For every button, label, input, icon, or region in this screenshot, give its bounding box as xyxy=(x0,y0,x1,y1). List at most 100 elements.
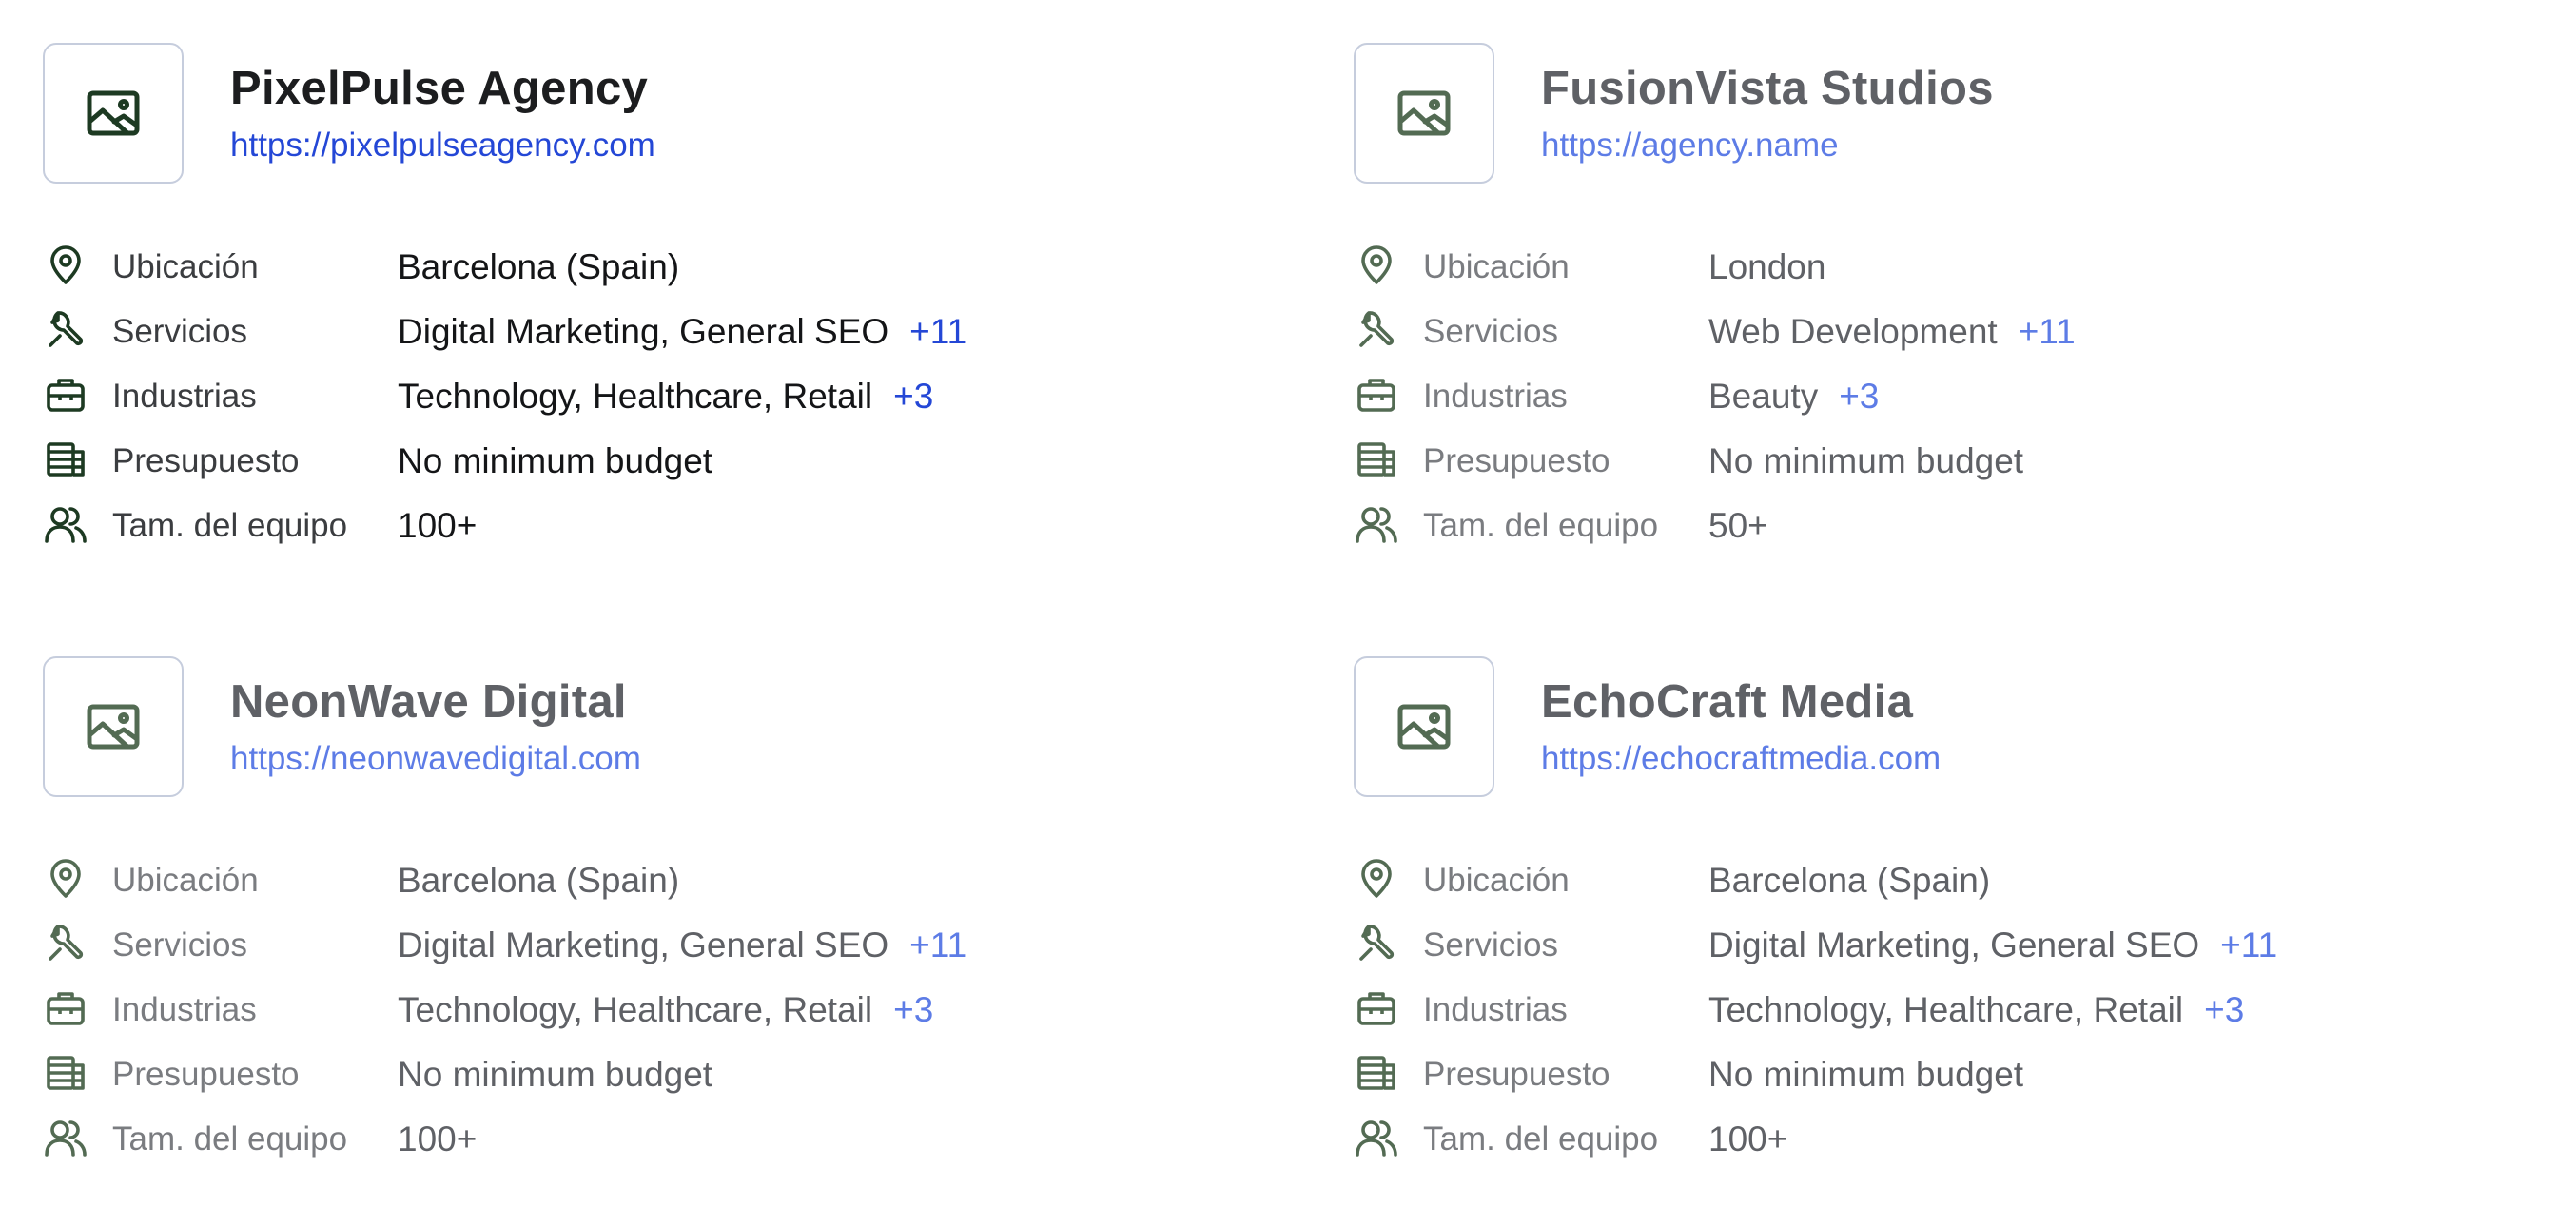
money-stack-icon xyxy=(45,438,87,480)
detail-value: Digital Marketing, General SEO +11 xyxy=(398,925,967,964)
more-count[interactable]: +11 xyxy=(909,312,966,351)
money-stack-icon xyxy=(1356,1052,1397,1094)
wrench-icon xyxy=(1356,923,1397,964)
agency-card[interactable]: PixelPulse Agency https://pixelpulseagen… xyxy=(43,43,1279,614)
detail-row-industries: Industrias Technology, Healthcare, Retai… xyxy=(43,976,1279,1041)
agency-name[interactable]: PixelPulse Agency xyxy=(230,62,648,115)
agency-website-link[interactable]: https://agency.name xyxy=(1541,127,1839,165)
detail-value: No minimum budget xyxy=(398,441,713,480)
more-count[interactable]: +11 xyxy=(2220,925,2277,964)
detail-label: Presupuesto xyxy=(1423,442,1610,479)
detail-row-budget: Presupuesto No minimum budget xyxy=(43,1041,1279,1105)
briefcase-icon xyxy=(45,987,87,1029)
detail-label: Servicios xyxy=(1423,313,1558,350)
detail-label: Ubicación xyxy=(112,862,259,899)
detail-row-industries: Industrias Technology, Healthcare, Retai… xyxy=(43,362,1279,427)
detail-label: Servicios xyxy=(1423,926,1558,964)
detail-value: 100+ xyxy=(398,506,478,545)
more-count[interactable]: +3 xyxy=(893,990,933,1029)
more-count[interactable]: +3 xyxy=(1839,377,1879,416)
detail-label: Tam. del equipo xyxy=(112,1120,348,1158)
detail-label: Industrias xyxy=(1423,991,1568,1028)
agency-card[interactable]: EchoCraft Media https://echocraftmedia.c… xyxy=(1354,656,2576,1227)
agency-card[interactable]: FusionVista Studios https://agency.name … xyxy=(1354,43,2576,614)
more-count[interactable]: +3 xyxy=(893,377,933,416)
detail-row-industries: Industrias Beauty +3 xyxy=(1354,362,2576,427)
agency-logo[interactable] xyxy=(1354,656,1494,797)
detail-value: No minimum budget xyxy=(398,1055,713,1094)
agency-name[interactable]: NeonWave Digital xyxy=(230,675,627,729)
detail-value: 100+ xyxy=(1708,1120,1788,1159)
wrench-icon xyxy=(45,923,87,964)
detail-label: Ubicación xyxy=(112,248,259,285)
detail-row-services: Servicios Digital Marketing, General SEO… xyxy=(43,911,1279,976)
agency-website-link[interactable]: https://neonwavedigital.com xyxy=(230,740,641,778)
agency-website-link[interactable]: https://pixelpulseagency.com xyxy=(230,127,655,165)
detail-value: London xyxy=(1708,247,1826,286)
detail-value: 50+ xyxy=(1708,506,1768,545)
image-placeholder-icon xyxy=(87,90,140,136)
detail-value: Barcelona (Spain) xyxy=(398,247,680,286)
money-stack-icon xyxy=(45,1052,87,1094)
users-icon xyxy=(1356,503,1397,545)
briefcase-icon xyxy=(1356,374,1397,416)
wrench-icon xyxy=(45,309,87,351)
detail-row-services: Servicios Digital Marketing, General SEO… xyxy=(43,298,1279,362)
detail-row-team-size: Tam. del equipo 100+ xyxy=(1354,1105,2576,1170)
detail-label: Presupuesto xyxy=(112,1056,300,1093)
detail-label: Industrias xyxy=(112,378,257,415)
detail-label: Industrias xyxy=(112,991,257,1028)
detail-row-services: Servicios Digital Marketing, General SEO… xyxy=(1354,911,2576,976)
detail-value: Technology, Healthcare, Retail +3 xyxy=(398,377,934,416)
agency-details: Ubicación Barcelona (Spain) Servicios Di… xyxy=(1354,847,2576,1170)
agency-name[interactable]: FusionVista Studios xyxy=(1541,62,1994,115)
agency-details: Ubicación Barcelona (Spain) Servicios Di… xyxy=(43,233,1279,556)
agency-logo[interactable] xyxy=(1354,43,1494,184)
detail-label: Servicios xyxy=(112,313,247,350)
detail-value: Barcelona (Spain) xyxy=(398,861,680,900)
users-icon xyxy=(1356,1117,1397,1159)
detail-row-team-size: Tam. del equipo 50+ xyxy=(1354,492,2576,556)
detail-value: 100+ xyxy=(398,1120,478,1159)
detail-value: No minimum budget xyxy=(1708,441,2024,480)
agency-details: Ubicación Barcelona (Spain) Servicios Di… xyxy=(43,847,1279,1170)
detail-row-location: Ubicación Barcelona (Spain) xyxy=(43,847,1279,911)
detail-row-budget: Presupuesto No minimum budget xyxy=(43,427,1279,492)
detail-row-team-size: Tam. del equipo 100+ xyxy=(43,492,1279,556)
detail-label: Tam. del equipo xyxy=(1423,507,1659,544)
agency-card[interactable]: NeonWave Digital https://neonwavedigital… xyxy=(43,656,1279,1227)
users-icon xyxy=(45,1117,87,1159)
more-count[interactable]: +11 xyxy=(909,925,966,964)
detail-row-location: Ubicación Barcelona (Spain) xyxy=(1354,847,2576,911)
more-count[interactable]: +3 xyxy=(2204,990,2244,1029)
map-pin-icon xyxy=(45,244,87,286)
detail-value: No minimum budget xyxy=(1708,1055,2024,1094)
detail-row-location: Ubicación Barcelona (Spain) xyxy=(43,233,1279,298)
detail-label: Tam. del equipo xyxy=(112,507,348,544)
image-placeholder-icon xyxy=(87,704,140,750)
agency-details: Ubicación London Servicios Web Developme… xyxy=(1354,233,2576,556)
detail-row-budget: Presupuesto No minimum budget xyxy=(1354,427,2576,492)
agency-website-link[interactable]: https://echocraftmedia.com xyxy=(1541,740,1941,778)
detail-row-location: Ubicación London xyxy=(1354,233,2576,298)
detail-value: Technology, Healthcare, Retail +3 xyxy=(1708,990,2245,1029)
detail-value: Beauty +3 xyxy=(1708,377,1880,416)
detail-value: Digital Marketing, General SEO +11 xyxy=(1708,925,2278,964)
detail-label: Presupuesto xyxy=(112,442,300,479)
agency-name[interactable]: EchoCraft Media xyxy=(1541,675,1913,729)
detail-label: Servicios xyxy=(112,926,247,964)
detail-row-team-size: Tam. del equipo 100+ xyxy=(43,1105,1279,1170)
detail-label: Industrias xyxy=(1423,378,1568,415)
users-icon xyxy=(45,503,87,545)
agency-logo[interactable] xyxy=(43,656,184,797)
detail-label: Presupuesto xyxy=(1423,1056,1610,1093)
agency-logo[interactable] xyxy=(43,43,184,184)
image-placeholder-icon xyxy=(1397,704,1451,750)
detail-value: Web Development +11 xyxy=(1708,312,2076,351)
detail-row-services: Servicios Web Development +11 xyxy=(1354,298,2576,362)
detail-row-budget: Presupuesto No minimum budget xyxy=(1354,1041,2576,1105)
map-pin-icon xyxy=(45,858,87,900)
image-placeholder-icon xyxy=(1397,90,1451,136)
briefcase-icon xyxy=(1356,987,1397,1029)
more-count[interactable]: +11 xyxy=(2019,312,2076,351)
